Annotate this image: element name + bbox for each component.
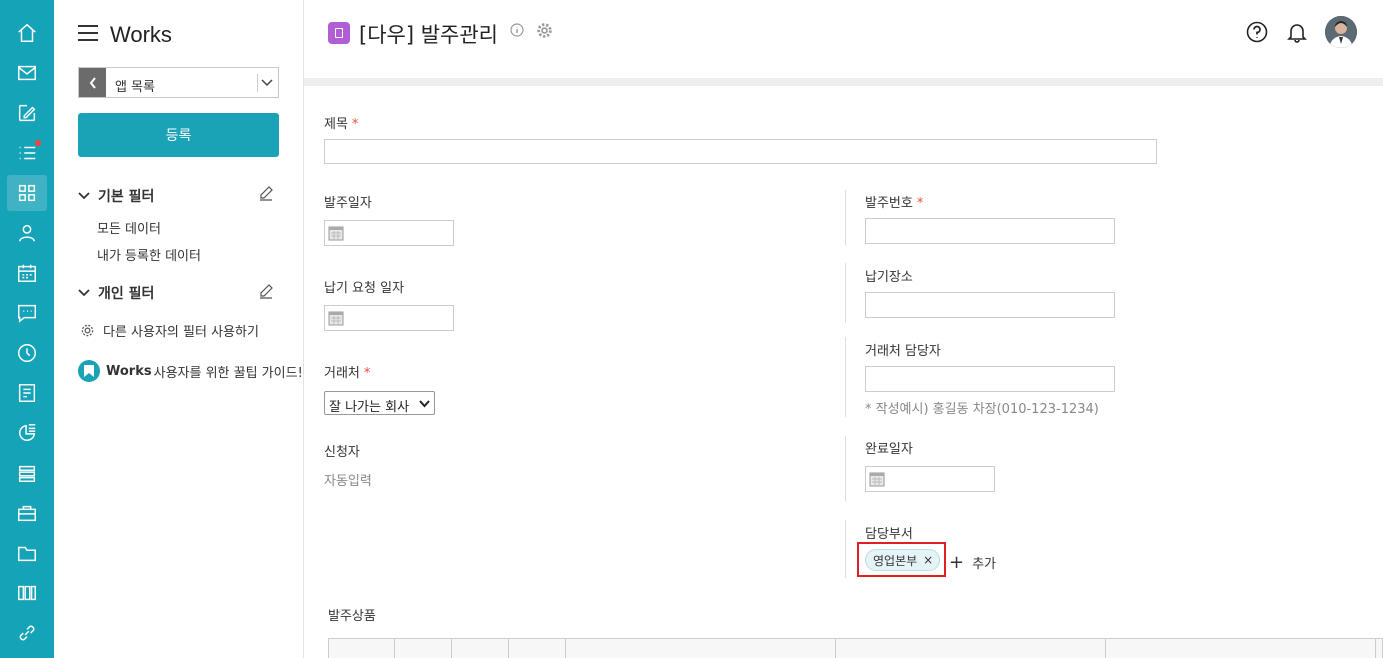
notification-dot xyxy=(35,140,41,146)
sidebar: Works 앱 목록 등록 기본 필터 모든 데이터 내가 등록한 데이터 개인… xyxy=(54,0,304,658)
board-icon[interactable] xyxy=(7,455,47,491)
columns-icon[interactable] xyxy=(7,575,47,611)
basic-filter-header[interactable]: 기본 필터 xyxy=(78,186,154,206)
client-select[interactable]: 잘 나가는 회사 xyxy=(324,391,435,415)
applicant-label: 신청자 xyxy=(324,445,360,460)
bell-icon[interactable] xyxy=(1286,21,1308,43)
filter-item-all[interactable]: 모든 데이터 xyxy=(97,218,161,237)
chevron-down-icon xyxy=(419,400,430,408)
chevron-down-icon xyxy=(78,192,90,200)
edit-icon[interactable] xyxy=(258,185,274,201)
dept-highlight: 영업본부 × xyxy=(857,542,946,577)
guide-brand: Works xyxy=(106,363,152,379)
app-rail xyxy=(0,0,54,658)
delivery-date-label: 납기 요청 일자 xyxy=(324,281,405,296)
folder-icon[interactable] xyxy=(7,535,47,571)
complete-date-label: 완료일자 xyxy=(865,442,913,457)
filter-item-mine[interactable]: 내가 등록한 데이터 xyxy=(97,245,201,264)
other-user-filter-label: 다른 사용자의 필터 사용하기 xyxy=(103,325,259,340)
edit-icon[interactable] xyxy=(258,283,274,299)
link-icon[interactable] xyxy=(7,615,47,651)
guide-link[interactable]: Works 사용자를 위한 꿀팁 가이드! xyxy=(78,360,303,382)
list-icon[interactable] xyxy=(7,135,47,171)
calendar-icon xyxy=(328,311,344,326)
applicant-value: 자동입력 xyxy=(324,474,372,489)
personal-filter-title: 개인 필터 xyxy=(98,286,155,302)
client-contact-hint: * 작성예시) 홍길동 차장(010-123-1234) xyxy=(865,402,1099,417)
client-contact-input[interactable] xyxy=(865,366,1115,392)
dept-label: 담당부서 xyxy=(865,527,913,542)
briefcase-icon[interactable] xyxy=(7,495,47,531)
write-icon[interactable] xyxy=(7,95,47,131)
calendar-icon xyxy=(328,226,344,241)
title-label: 제목 * xyxy=(324,117,359,132)
delivery-place-input[interactable] xyxy=(865,292,1115,318)
menu-icon[interactable] xyxy=(78,25,98,41)
order-date-label: 발주일자 xyxy=(324,196,372,211)
app-list-select[interactable]: 앱 목록 xyxy=(78,67,279,98)
other-user-filter-link[interactable]: 다른 사용자의 필터 사용하기 xyxy=(80,321,259,340)
chart-icon[interactable] xyxy=(7,415,47,451)
dept-chip-label: 영업본부 xyxy=(873,553,918,568)
register-button[interactable]: 등록 xyxy=(78,113,279,157)
close-icon[interactable]: × xyxy=(923,553,933,567)
chevron-down-icon xyxy=(78,289,90,297)
info-icon[interactable] xyxy=(510,23,524,37)
settings-gear-icon[interactable] xyxy=(536,22,553,39)
apps-icon[interactable] xyxy=(7,175,47,211)
header-divider xyxy=(304,78,1383,86)
products-label: 발주상품 xyxy=(328,609,376,624)
bookmark-icon xyxy=(78,360,100,382)
guide-text: 사용자를 위한 꿀팁 가이드! xyxy=(153,365,303,381)
help-icon[interactable] xyxy=(1246,21,1268,43)
app-icon xyxy=(328,22,350,44)
avatar[interactable] xyxy=(1325,16,1357,48)
chevron-left-icon[interactable] xyxy=(79,68,106,97)
app-list-label: 앱 목록 xyxy=(115,80,156,95)
delivery-place-label: 납기장소 xyxy=(865,270,913,285)
mail-icon[interactable] xyxy=(7,55,47,91)
clock-icon[interactable] xyxy=(7,335,47,371)
plus-icon: + xyxy=(949,551,965,573)
client-contact-label: 거래처 담당자 xyxy=(865,344,941,359)
order-number-input[interactable] xyxy=(865,218,1115,244)
client-label: 거래처 * xyxy=(324,366,371,381)
add-label: 추가 xyxy=(972,557,997,572)
report-icon[interactable] xyxy=(7,375,47,411)
delivery-date-field[interactable] xyxy=(324,305,454,331)
calendar-icon xyxy=(869,472,885,487)
personal-filter-header[interactable]: 개인 필터 xyxy=(78,283,154,303)
page-header: [다우] 발주관리 xyxy=(304,0,1383,78)
add-dept-button[interactable]: + 추가 xyxy=(949,553,996,572)
client-select-value: 잘 나가는 회사 xyxy=(329,400,410,415)
gear-icon xyxy=(81,324,94,337)
title-input[interactable] xyxy=(324,139,1157,164)
products-table xyxy=(328,638,1383,658)
home-icon[interactable] xyxy=(7,15,47,51)
brand-title: Works xyxy=(110,22,172,47)
chat-icon[interactable] xyxy=(7,295,47,331)
basic-filter-title: 기본 필터 xyxy=(98,189,155,205)
person-icon[interactable] xyxy=(7,215,47,251)
page-title: [다우] 발주관리 xyxy=(359,23,498,47)
calendar-icon[interactable] xyxy=(7,255,47,291)
dept-chip[interactable]: 영업본부 × xyxy=(865,549,941,571)
order-date-field[interactable] xyxy=(324,220,454,246)
order-number-label: 발주번호 * xyxy=(865,196,924,211)
chevron-down-icon xyxy=(261,79,273,87)
complete-date-field[interactable] xyxy=(865,466,995,492)
